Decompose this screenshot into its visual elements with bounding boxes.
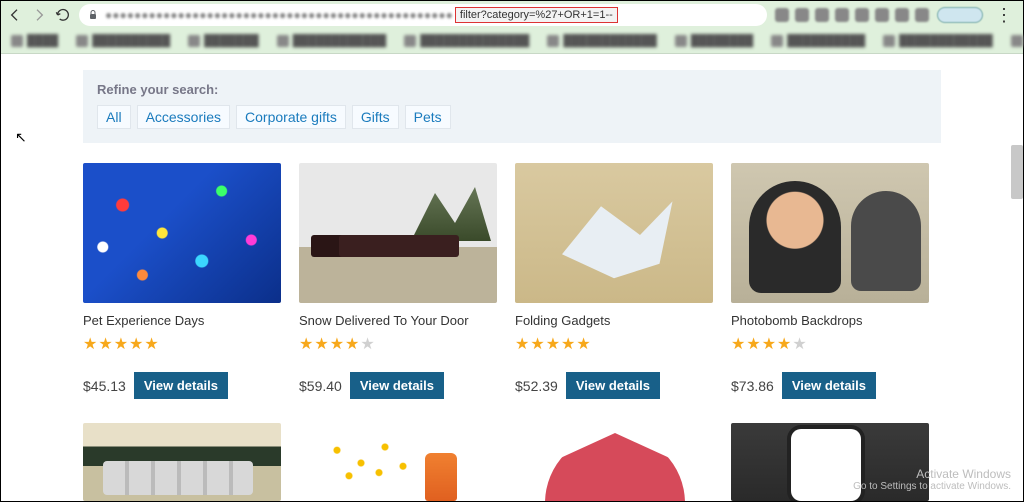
product-image[interactable] (299, 423, 497, 501)
product-image[interactable] (515, 423, 713, 501)
view-details-button[interactable]: View details (566, 372, 660, 399)
star-filled-icon: ★ (314, 334, 328, 354)
star-filled-icon: ★ (576, 334, 590, 354)
product-title: Folding Gadgets (515, 313, 713, 328)
product-rating: ★★★★★ (731, 334, 929, 354)
product-grid: Pet Experience Days★★★★★$45.13View detai… (83, 163, 1023, 501)
scrollbar-thumb[interactable] (1011, 145, 1023, 199)
refine-link-all[interactable]: All (97, 105, 131, 129)
product-card (299, 423, 497, 501)
menu-button[interactable]: ⋮ (991, 5, 1017, 26)
star-filled-icon: ★ (114, 334, 128, 354)
product-title: Snow Delivered To Your Door (299, 313, 497, 328)
page-content: Refine your search: AllAccessoriesCorpor… (1, 70, 1023, 501)
product-price: $59.40 (299, 378, 342, 394)
product-image[interactable] (83, 423, 281, 501)
bookmarks-bar[interactable]: ████ ██████████ ███████ ████████████ ███… (1, 29, 1023, 53)
product-price: $52.39 (515, 378, 558, 394)
toolbar: ●●●●●●●●●●●●●●●●●●●●●●●●●●●●●●●●●●●●●●●●… (1, 1, 1023, 29)
browser-chrome: ●●●●●●●●●●●●●●●●●●●●●●●●●●●●●●●●●●●●●●●●… (1, 1, 1023, 54)
star-filled-icon: ★ (731, 334, 745, 354)
product-image[interactable] (515, 163, 713, 303)
product-image[interactable] (731, 423, 929, 501)
star-filled-icon: ★ (345, 334, 359, 354)
star-filled-icon: ★ (530, 334, 544, 354)
star-filled-icon: ★ (762, 334, 776, 354)
refine-link-corporate-gifts[interactable]: Corporate gifts (236, 105, 346, 129)
refine-link-accessories[interactable]: Accessories (137, 105, 230, 129)
product-price: $45.13 (83, 378, 126, 394)
view-details-button[interactable]: View details (782, 372, 876, 399)
profile-pill[interactable] (937, 7, 983, 23)
star-filled-icon: ★ (746, 334, 760, 354)
product-title: Pet Experience Days (83, 313, 281, 328)
product-card: Photobomb Backdrops★★★★★$73.86View detai… (731, 163, 929, 399)
star-filled-icon: ★ (546, 334, 560, 354)
star-filled-icon: ★ (83, 334, 97, 354)
star-filled-icon: ★ (777, 334, 791, 354)
refine-link-gifts[interactable]: Gifts (352, 105, 399, 129)
product-price: $73.86 (731, 378, 774, 394)
price-row: $45.13 View details (83, 372, 281, 399)
reload-button[interactable] (55, 7, 71, 23)
star-filled-icon: ★ (144, 334, 158, 354)
lock-icon (87, 9, 99, 21)
star-filled-icon: ★ (98, 334, 112, 354)
refine-link-pets[interactable]: Pets (405, 105, 451, 129)
product-rating: ★★★★★ (299, 334, 497, 354)
forward-button[interactable] (31, 7, 47, 23)
product-title: Photobomb Backdrops (731, 313, 929, 328)
address-bar[interactable]: ●●●●●●●●●●●●●●●●●●●●●●●●●●●●●●●●●●●●●●●●… (79, 4, 767, 26)
star-empty-icon: ★ (792, 334, 806, 354)
star-filled-icon: ★ (299, 334, 313, 354)
back-button[interactable] (7, 7, 23, 23)
star-filled-icon: ★ (515, 334, 529, 354)
product-card: Folding Gadgets★★★★★$52.39View details (515, 163, 713, 399)
view-details-button[interactable]: View details (350, 372, 444, 399)
url-query-highlight: filter?category=%27+OR+1=1-- (455, 7, 618, 23)
product-rating: ★★★★★ (515, 334, 713, 354)
star-filled-icon: ★ (129, 334, 143, 354)
product-rating: ★★★★★ (83, 334, 281, 354)
price-row: $59.40 View details (299, 372, 497, 399)
product-card (731, 423, 929, 501)
price-row: $52.39 View details (515, 372, 713, 399)
product-card: Snow Delivered To Your Door★★★★★$59.40Vi… (299, 163, 497, 399)
url-obscured: ●●●●●●●●●●●●●●●●●●●●●●●●●●●●●●●●●●●●●●●●… (105, 8, 453, 22)
product-card: Pet Experience Days★★★★★$45.13View detai… (83, 163, 281, 399)
product-image[interactable] (731, 163, 929, 303)
price-row: $73.86 View details (731, 372, 929, 399)
refine-search-panel: Refine your search: AllAccessoriesCorpor… (83, 70, 941, 143)
star-empty-icon: ★ (360, 334, 374, 354)
star-filled-icon: ★ (561, 334, 575, 354)
product-card (515, 423, 713, 501)
product-image[interactable] (83, 163, 281, 303)
view-details-button[interactable]: View details (134, 372, 228, 399)
product-image[interactable] (299, 163, 497, 303)
extension-icons[interactable] (775, 8, 929, 22)
star-filled-icon: ★ (330, 334, 344, 354)
refine-links: AllAccessoriesCorporate giftsGiftsPets (97, 105, 927, 129)
refine-title: Refine your search: (97, 82, 927, 97)
product-card (83, 423, 281, 501)
